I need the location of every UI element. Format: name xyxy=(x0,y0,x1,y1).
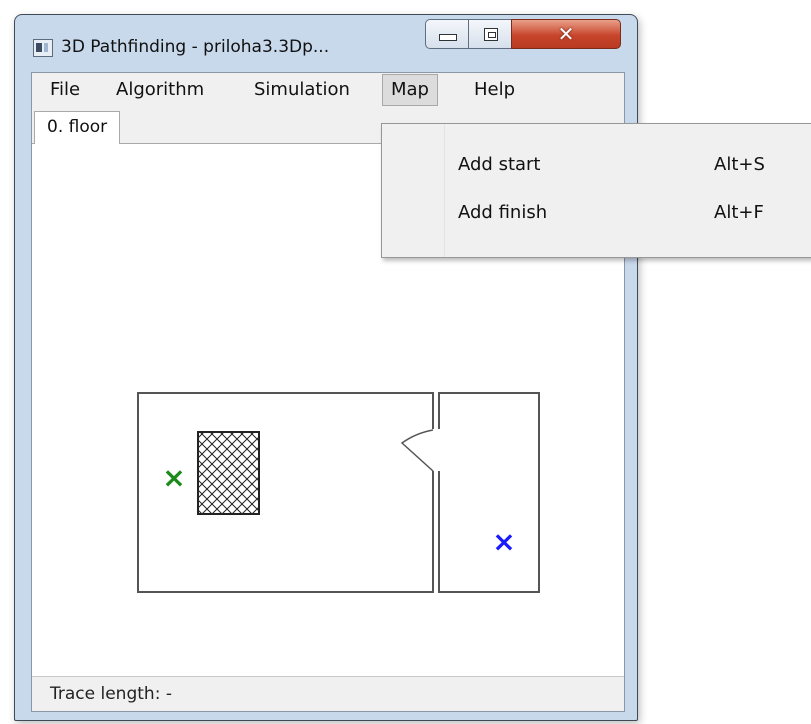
room-right xyxy=(438,392,540,593)
menu-bar: File Algorithm Simulation Map Help xyxy=(32,73,624,109)
app-window: 3D Pathfinding - priloha3.3Dp... ✕ File … xyxy=(14,14,638,721)
menu-help[interactable]: Help xyxy=(474,75,515,105)
menu-item-add-finish[interactable]: Add finish Alt+F xyxy=(384,194,811,234)
tab-floor-0[interactable]: 0. floor xyxy=(34,111,121,146)
title-bar[interactable]: 3D Pathfinding - priloha3.3Dp... ✕ xyxy=(15,15,637,71)
add-finish-label: Add finish xyxy=(458,202,548,223)
add-start-label: Add start xyxy=(458,154,541,175)
close-icon: ✕ xyxy=(557,22,575,46)
window-title: 3D Pathfinding - priloha3.3Dp... xyxy=(61,37,330,57)
trace-length-label: Trace length: - xyxy=(50,684,172,704)
obstacle xyxy=(197,431,260,515)
menu-icon-gutter xyxy=(382,124,445,257)
add-start-shortcut: Alt+S xyxy=(714,154,765,175)
minimize-icon xyxy=(439,34,457,41)
maximize-icon xyxy=(484,28,498,41)
door-gap xyxy=(431,429,441,471)
finish-marker[interactable]: × xyxy=(492,525,515,558)
maximize-button[interactable] xyxy=(468,19,512,49)
menu-algorithm[interactable]: Algorithm xyxy=(116,75,204,105)
menu-item-add-start[interactable]: Add start Alt+S xyxy=(384,146,811,186)
status-bar: Trace length: - xyxy=(32,676,624,711)
app-icon xyxy=(33,39,53,57)
add-finish-shortcut: Alt+F xyxy=(714,202,764,223)
menu-simulation[interactable]: Simulation xyxy=(254,75,350,105)
map-menu-dropdown: Add start Alt+S Add finish Alt+F xyxy=(381,123,811,258)
menu-map[interactable]: Map xyxy=(382,74,438,106)
start-marker[interactable]: × xyxy=(162,461,185,494)
close-button[interactable]: ✕ xyxy=(511,19,621,49)
minimize-button[interactable] xyxy=(425,19,469,49)
menu-file[interactable]: File xyxy=(50,75,80,105)
